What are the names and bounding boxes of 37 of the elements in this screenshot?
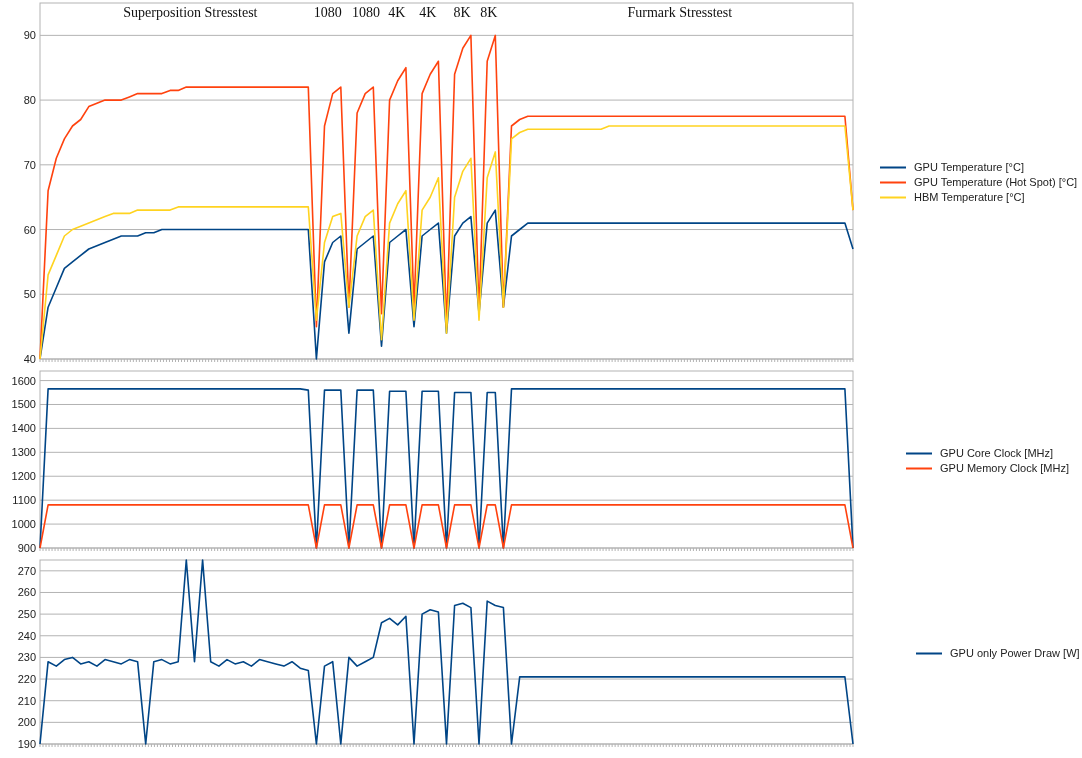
y-tick-label: 1300 [11,446,36,459]
y-tick-label: 210 [17,694,36,707]
y-tick-label: 240 [17,629,36,642]
section-label: Furmark Stresstest [627,5,733,21]
legend-label: GPU Memory Clock [MHz] [940,462,1069,474]
y-tick-label: 40 [23,353,36,364]
y-tick-label: 1100 [12,494,36,507]
y-tick-label: 230 [17,651,36,664]
legend-label: GPU Temperature (Hot Spot) [°C] [914,176,1078,188]
y-tick-label: 270 [17,564,36,577]
legend-label: GPU Core Clock [MHz] [940,447,1054,459]
legend-label: GPU only Power Draw [W] [950,647,1080,659]
y-tick-label: 200 [17,716,36,729]
section-label: 1080 [352,5,380,21]
section-label: 4K [419,5,437,21]
y-tick-label: 220 [17,673,36,686]
y-tick-label: 60 [23,223,36,236]
y-tick-label: 70 [23,158,36,171]
y-tick-label: 260 [17,586,36,599]
y-tick-label: 250 [17,608,36,621]
section-label: 1080 [313,5,342,21]
legend-label: GPU Temperature [°C] [914,161,1024,173]
section-label: 8K [453,5,471,21]
y-tick-label: 1400 [11,422,36,435]
section-label: Superposition Stresstest [123,5,258,21]
y-tick-label: 90 [23,29,36,42]
y-tick-label: 1200 [11,470,36,483]
section-label: 8K [480,5,498,21]
y-tick-label: 190 [17,738,36,749]
y-tick-label: 80 [23,94,36,107]
y-tick-label: 1000 [11,518,36,531]
y-tick-label: 1500 [11,398,36,411]
y-tick-label: 50 [23,288,36,301]
section-label: 4K [388,5,406,21]
y-tick-label: 1600 [11,374,36,387]
legend-label: HBM Temperature [°C] [914,191,1025,203]
y-tick-label: 900 [17,542,36,553]
